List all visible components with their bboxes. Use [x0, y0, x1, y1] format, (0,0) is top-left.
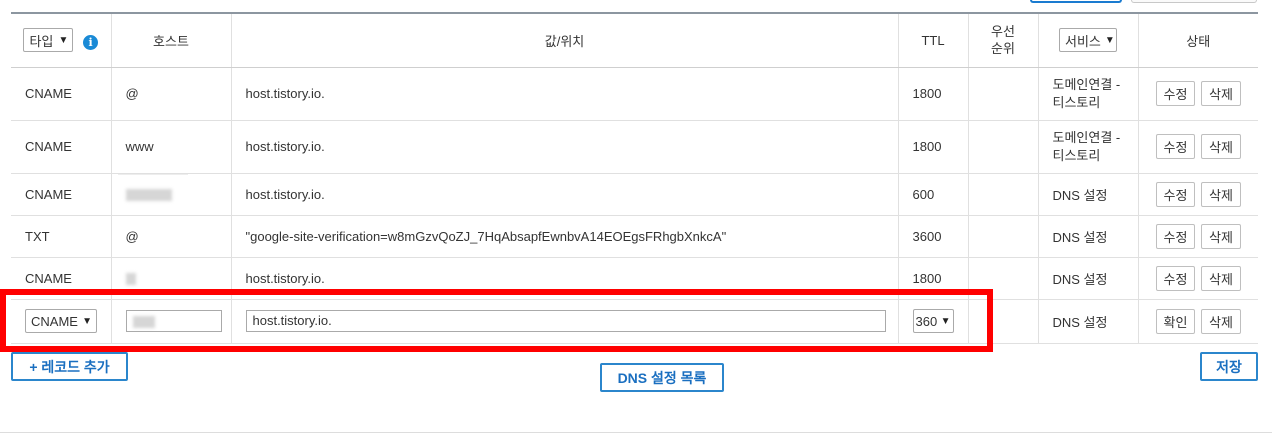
delete-button[interactable]: 삭제: [1201, 308, 1241, 334]
record-service: DNS 설정: [1037, 173, 1138, 216]
add-record-button[interactable]: + 레코드 추가: [11, 352, 128, 381]
record-value: "google-site-verification=w8mGzvQoZJ_7Hq…: [230, 215, 898, 258]
service-line2: 티스토리: [1052, 147, 1101, 163]
record-priority: [967, 215, 1038, 258]
new-record-host-cell: [110, 299, 231, 344]
record-priority: [967, 173, 1038, 216]
table-row: TXT @ "google-site-verification=w8mGzvQo…: [11, 215, 1258, 258]
record-ttl: 3600: [897, 215, 968, 258]
divider: [118, 174, 188, 175]
record-actions: 수정 삭제: [1137, 215, 1258, 258]
chevron-down-icon: ▼: [940, 315, 951, 327]
delete-button[interactable]: 삭제: [1201, 223, 1241, 249]
info-icon[interactable]: i: [83, 34, 99, 50]
service-filter-label: 서비스: [1065, 33, 1101, 49]
table-row: CNAME host.tistory.io. 1800 DNS 설정 수정 삭제: [11, 257, 1258, 300]
record-host: [110, 257, 231, 300]
redacted-host: [132, 315, 155, 328]
record-ttl: 600: [897, 173, 968, 216]
record-service: DNS 설정: [1037, 215, 1138, 258]
service-line1: 도메인연결 -: [1052, 129, 1121, 145]
table-header-row: 타입 ▼ i 호스트 값/위치 TTL 우선 순위 서비스 ▼ 상태: [11, 14, 1258, 68]
record-host: @: [110, 67, 231, 121]
delete-button[interactable]: 삭제: [1201, 265, 1241, 291]
edit-button[interactable]: 수정: [1155, 181, 1196, 207]
record-type: CNAME: [11, 173, 111, 216]
record-priority: [967, 257, 1038, 300]
host-input[interactable]: [125, 310, 222, 332]
confirm-button[interactable]: 확인: [1155, 308, 1196, 334]
table-row: CNAME @ host.tistory.io. 1800 도메인연결 - 티스…: [11, 67, 1258, 121]
new-record-value-cell: host.tistory.io.: [230, 299, 898, 344]
type-filter-label: 타입: [29, 33, 54, 49]
record-ttl: 1800: [897, 257, 968, 300]
record-value: host.tistory.io.: [230, 173, 898, 216]
record-type: CNAME: [11, 120, 111, 174]
type-header: 타입 ▼ i: [11, 14, 111, 68]
delete-button[interactable]: 삭제: [1201, 181, 1241, 207]
priority-label-line2: 순위: [991, 41, 1015, 57]
record-actions: 수정 삭제: [1137, 173, 1258, 216]
ttl-select[interactable]: 360 ▼: [912, 309, 954, 333]
host-header: 호스트: [110, 14, 231, 68]
type-filter-select[interactable]: 타입 ▼: [23, 28, 74, 53]
top-action-button-2[interactable]: [1131, 0, 1257, 3]
new-record-ttl-cell: 360 ▼: [897, 299, 968, 344]
service-filter-select[interactable]: 서비스 ▼: [1059, 28, 1117, 53]
record-host: www: [110, 120, 231, 174]
redacted-host: [125, 273, 136, 286]
record-actions: 수정 삭제: [1137, 67, 1258, 121]
record-priority: [967, 120, 1038, 174]
record-ttl: 1800: [897, 67, 968, 121]
priority-header: 우선 순위: [967, 14, 1038, 68]
dns-list-button[interactable]: DNS 설정 목록: [600, 363, 724, 392]
service-line2: 티스토리: [1052, 94, 1101, 110]
top-action-button-1[interactable]: [1030, 0, 1122, 3]
record-value: host.tistory.io.: [230, 67, 898, 121]
delete-button[interactable]: 삭제: [1201, 134, 1241, 159]
value-input[interactable]: host.tistory.io.: [245, 310, 886, 332]
record-value: host.tistory.io.: [230, 257, 898, 300]
edit-button[interactable]: 수정: [1155, 134, 1196, 159]
ttl-value: 360: [915, 313, 938, 329]
chevron-down-icon: ▼: [1104, 34, 1115, 46]
record-service: DNS 설정: [1037, 257, 1138, 300]
record-host: [110, 173, 231, 216]
service-line1: 도메인연결 -: [1052, 76, 1121, 92]
record-host: @: [110, 215, 231, 258]
service-header: 서비스 ▼: [1037, 14, 1138, 68]
record-type-select[interactable]: CNAME ▼: [25, 309, 97, 333]
table-row: CNAME www host.tistory.io. 1800 도메인연결 - …: [11, 120, 1258, 174]
new-record-actions: 확인 삭제: [1137, 299, 1258, 344]
record-actions: 수정 삭제: [1137, 120, 1258, 174]
record-service: 도메인연결 - 티스토리: [1037, 67, 1138, 121]
new-record-type-cell: CNAME ▼: [11, 299, 111, 344]
edit-button[interactable]: 수정: [1155, 265, 1196, 291]
edit-button[interactable]: 수정: [1155, 223, 1196, 249]
new-record-priority-cell: [967, 299, 1038, 344]
chevron-down-icon: ▼: [82, 315, 92, 327]
dns-records-table: 타입 ▼ i 호스트 값/위치 TTL 우선 순위 서비스 ▼ 상태 CNAME…: [11, 14, 1258, 344]
record-type: CNAME: [11, 67, 111, 121]
record-priority: [967, 67, 1038, 121]
ttl-header: TTL: [897, 14, 968, 68]
save-button[interactable]: 저장: [1200, 352, 1258, 381]
chevron-down-icon: ▼: [58, 34, 69, 46]
value-header: 값/위치: [230, 14, 898, 68]
record-value: host.tistory.io.: [230, 120, 898, 174]
new-record-service: DNS 설정: [1037, 299, 1138, 344]
record-ttl: 1800: [897, 120, 968, 174]
edit-button[interactable]: 수정: [1155, 81, 1196, 106]
table-row: CNAME host.tistory.io. 600 DNS 설정 수정 삭제: [11, 173, 1258, 216]
record-type-value: CNAME: [31, 313, 78, 329]
record-type: TXT: [11, 215, 111, 258]
record-service: 도메인연결 - 티스토리: [1037, 120, 1138, 174]
record-actions: 수정 삭제: [1137, 257, 1258, 300]
redacted-host: [125, 189, 172, 202]
delete-button[interactable]: 삭제: [1201, 81, 1241, 106]
status-header: 상태: [1137, 14, 1258, 68]
priority-label-line1: 우선: [991, 24, 1015, 40]
new-record-row: CNAME ▼ host.tistory.io. 360 ▼ DNS 설정 확인…: [11, 299, 1258, 344]
record-type: CNAME: [11, 257, 111, 300]
